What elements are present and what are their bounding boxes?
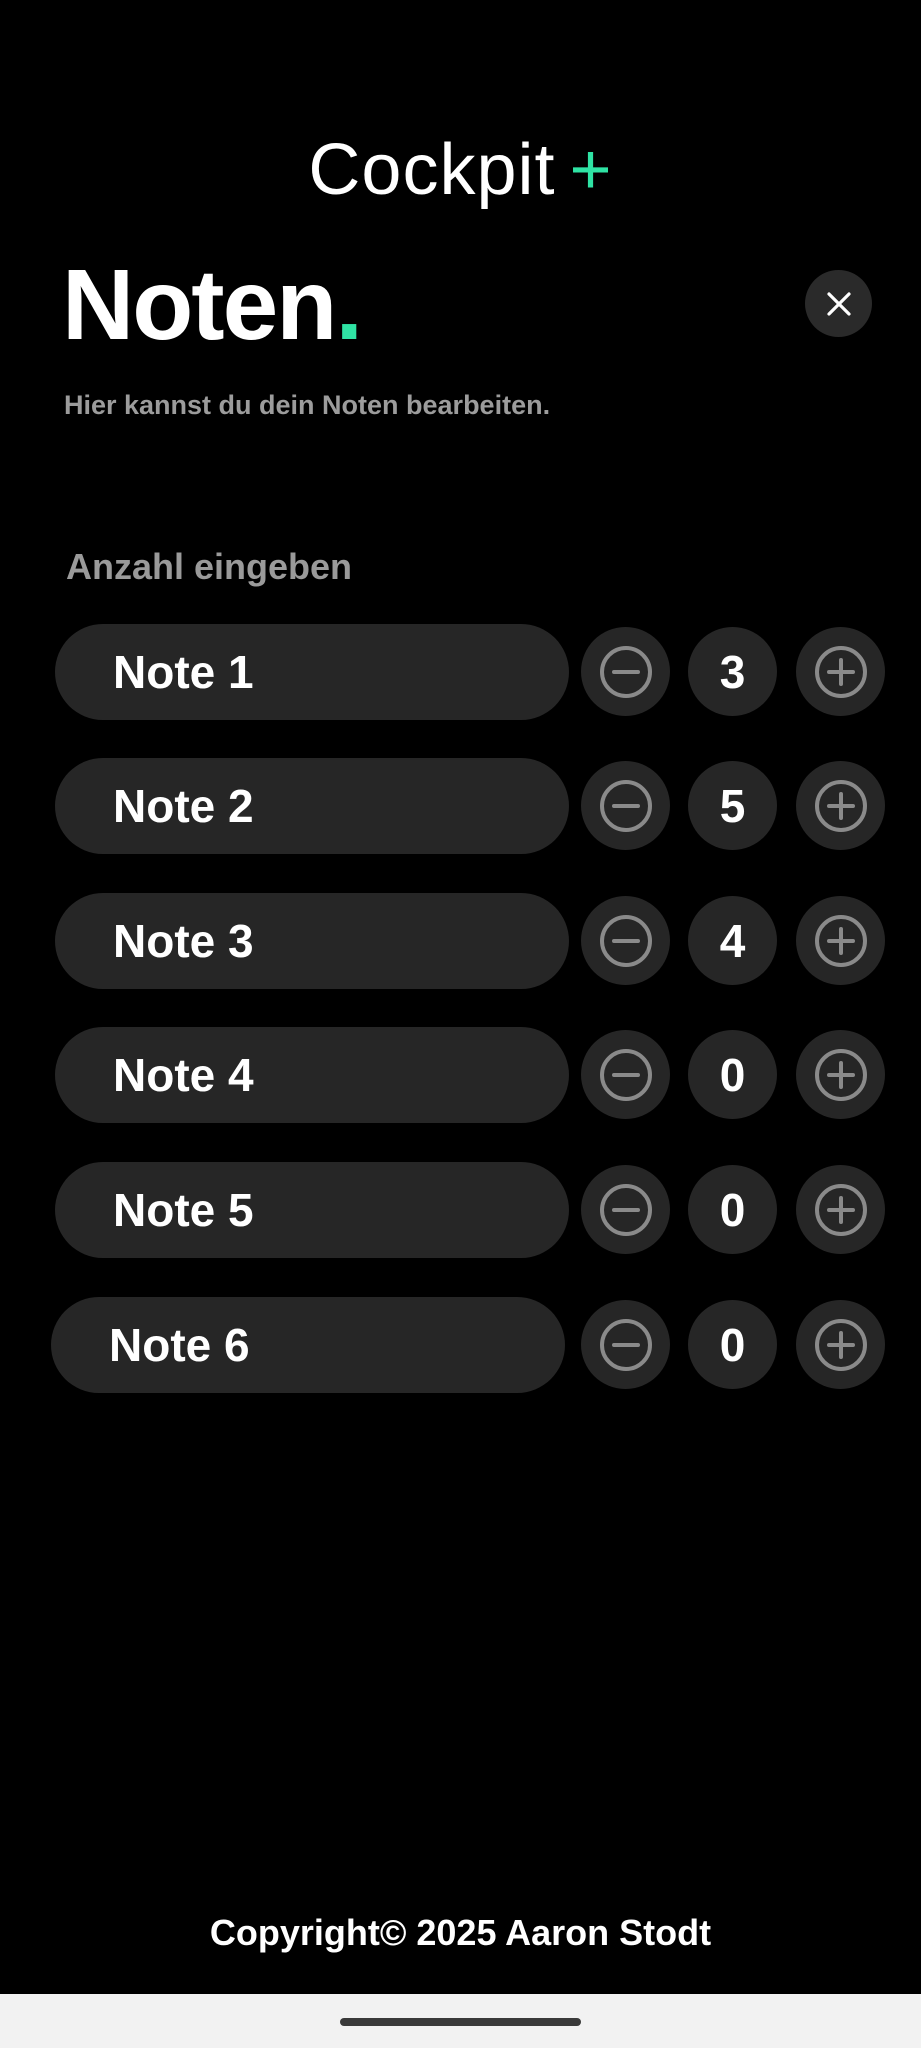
plus-circle-icon [814, 779, 867, 832]
increment-button[interactable] [796, 1165, 885, 1254]
minus-circle-icon [599, 914, 652, 967]
increment-button[interactable] [796, 627, 885, 716]
page-title-text: Noten [62, 249, 337, 361]
note-row: Note 6 0 [0, 1297, 921, 1393]
note-label: Note 4 [55, 1027, 569, 1123]
plus-circle-icon [814, 1048, 867, 1101]
plus-circle-icon [814, 1318, 867, 1371]
decrement-button[interactable] [581, 627, 670, 716]
minus-circle-icon [599, 1183, 652, 1236]
note-label: Note 6 [51, 1297, 565, 1393]
count-value: 0 [688, 1030, 777, 1119]
note-label: Note 1 [55, 624, 569, 720]
decrement-button[interactable] [581, 1030, 670, 1119]
count-value: 0 [688, 1165, 777, 1254]
plus-circle-icon [814, 914, 867, 967]
decrement-button[interactable] [581, 1300, 670, 1389]
decrement-button[interactable] [581, 761, 670, 850]
increment-button[interactable] [796, 1030, 885, 1119]
brand-name: Cockpit [308, 130, 556, 210]
close-button[interactable] [805, 270, 872, 337]
decrement-button[interactable] [581, 1165, 670, 1254]
minus-circle-icon [599, 1318, 652, 1371]
count-value: 0 [688, 1300, 777, 1389]
app-brand: Cockpit + [0, 128, 921, 212]
note-row: Note 2 5 [0, 758, 921, 854]
page-subtitle: Hier kannst du dein Noten bearbeiten. [64, 390, 551, 420]
section-label: Anzahl eingeben [66, 546, 353, 587]
page-title: Noten. [62, 249, 363, 361]
increment-button[interactable] [796, 896, 885, 985]
brand-plus: + [569, 130, 613, 210]
plus-circle-icon [814, 645, 867, 698]
count-value: 5 [688, 761, 777, 850]
note-label: Note 3 [55, 893, 569, 989]
title-dot: . [335, 249, 363, 361]
system-nav-bar [0, 1994, 921, 2048]
increment-button[interactable] [796, 761, 885, 850]
home-indicator[interactable] [340, 2018, 581, 2026]
note-row: Note 1 3 [0, 624, 921, 720]
plus-circle-icon [814, 1183, 867, 1236]
footer-copyright: Copyright© 2025 Aaron Stodt [209, 1912, 712, 1953]
count-value: 4 [688, 896, 777, 985]
minus-circle-icon [599, 645, 652, 698]
close-icon [826, 291, 851, 316]
note-label: Note 5 [55, 1162, 569, 1258]
note-row: Note 4 0 [0, 1027, 921, 1123]
count-value: 3 [688, 627, 777, 716]
note-label: Note 2 [55, 758, 569, 854]
note-row: Note 5 0 [0, 1162, 921, 1258]
minus-circle-icon [599, 1048, 652, 1101]
minus-circle-icon [599, 779, 652, 832]
decrement-button[interactable] [581, 896, 670, 985]
note-row: Note 3 4 [0, 893, 921, 989]
increment-button[interactable] [796, 1300, 885, 1389]
